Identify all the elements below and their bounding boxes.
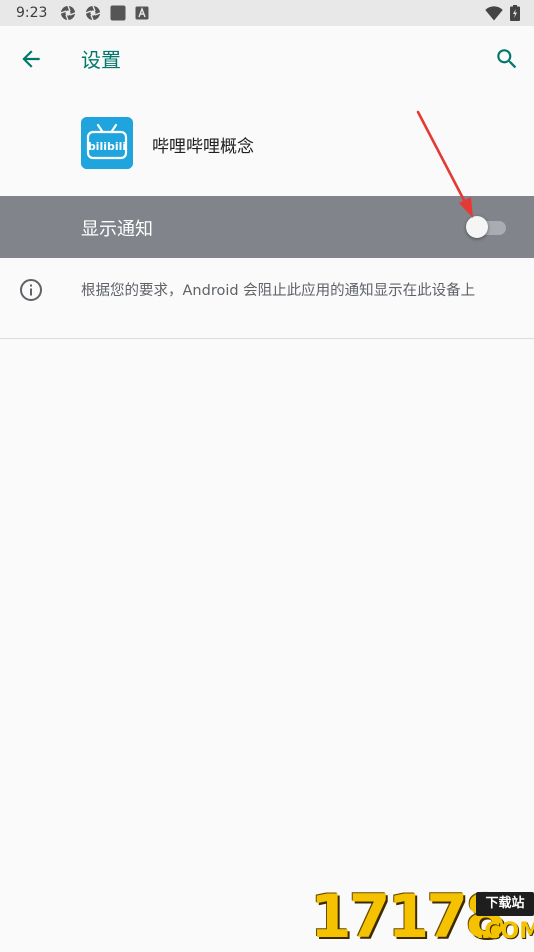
blocked-notice-text: 根据您的要求，Android 会阻止此应用的通知显示在此设备上 bbox=[81, 283, 476, 299]
watermark-tag: 下载站 bbox=[476, 892, 534, 916]
wifi-icon bbox=[485, 5, 503, 20]
watermark-logo: 17178 下载站 .COM bbox=[306, 884, 534, 950]
square-app-icon bbox=[110, 5, 126, 21]
show-notifications-toggle[interactable] bbox=[466, 216, 506, 238]
status-bar: 9:23 bbox=[0, 0, 534, 26]
aperture-icon bbox=[86, 5, 101, 21]
page-title: 设置 bbox=[81, 48, 121, 72]
info-icon bbox=[20, 279, 42, 301]
arrow-back-icon[interactable] bbox=[18, 46, 44, 72]
app-name: 哔哩哔哩概念 bbox=[152, 137, 254, 157]
show-notifications-label: 显示通知 bbox=[81, 219, 153, 240]
app-header: bilibili 哔哩哔哩概念 bbox=[0, 90, 534, 196]
watermark-domain: .COM bbox=[476, 919, 534, 944]
show-notifications-row[interactable]: 显示通知 bbox=[0, 196, 534, 258]
search-icon[interactable] bbox=[494, 46, 520, 72]
app-bar: 设置 bbox=[0, 26, 534, 90]
aperture-icon bbox=[61, 5, 76, 21]
info-row: 根据您的要求，Android 会阻止此应用的通知显示在此设备上 bbox=[0, 258, 534, 338]
battery-icon bbox=[510, 5, 520, 21]
letter-a-icon bbox=[135, 6, 149, 20]
status-right-icons bbox=[485, 5, 520, 21]
logo-text: bilibili bbox=[88, 140, 126, 153]
watermark-digits: 17178 bbox=[310, 882, 507, 952]
divider bbox=[0, 338, 534, 339]
toggle-thumb bbox=[466, 216, 488, 238]
status-time: 9:23 bbox=[16, 5, 48, 21]
status-left-icons bbox=[60, 5, 149, 21]
app-icon: bilibili bbox=[81, 117, 133, 169]
bilibili-logo-icon: bilibili bbox=[81, 117, 133, 169]
